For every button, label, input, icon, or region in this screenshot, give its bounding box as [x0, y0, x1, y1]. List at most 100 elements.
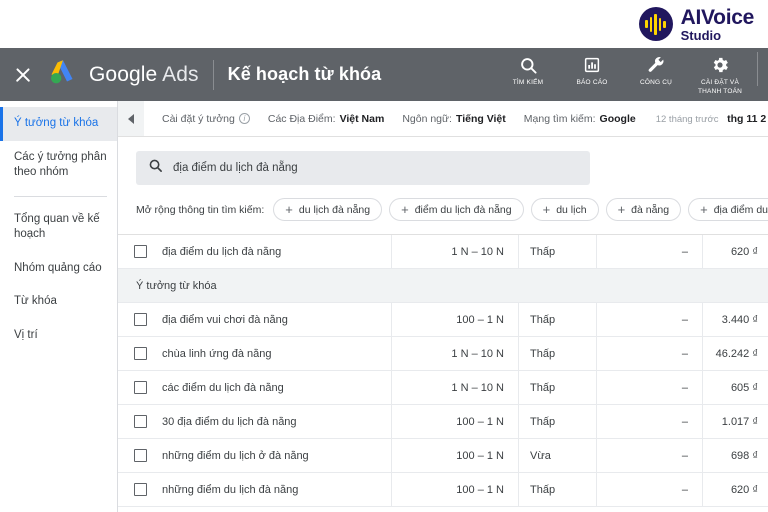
brand-name-primary: AIVoice — [680, 5, 755, 29]
row-checkbox[interactable] — [133, 347, 147, 360]
table-row[interactable]: các điểm du lịch đà nẵng 1 N – 10 N Thấp… — [118, 370, 768, 405]
table-group-label: Ý tưởng từ khóa — [136, 279, 217, 292]
aivoice-studio-logo: AIVoice Studio — [638, 5, 755, 43]
product-name-bold: Google — [89, 62, 158, 86]
filter-bar: Cài đặt ý tưởng i Các Địa Điểm: Việt Nam… — [118, 101, 768, 137]
expansion-chip[interactable]: + địa điểm du lịc — [688, 198, 768, 221]
expansion-chip-label: điểm du lịch đà nẵng — [414, 203, 512, 216]
header-action-reports[interactable]: BÁO CÁO — [561, 52, 623, 88]
cell-bid-low: – — [596, 404, 702, 439]
sidebar-item-grouped-ideas[interactable]: Các ý tưởng phân theo nhóm — [0, 141, 117, 190]
filter-language-value: Tiếng Việt — [455, 112, 506, 125]
header-actions: TÌM KIẾM BÁO CÁO CÔNG CỤ CÀI ĐẶT VÀ THAN… — [497, 52, 758, 97]
expansion-chip[interactable]: + điểm du lịch đà nẵng — [389, 198, 524, 221]
cell-bid-high: 605 ₫ — [702, 370, 768, 405]
google-ads-logo-icon[interactable] — [48, 59, 78, 90]
cell-bid-low: – — [596, 438, 702, 473]
sidebar-item-keyword-ideas[interactable]: Ý tưởng từ khóa — [0, 107, 117, 141]
filter-date-value: thg 11 2 — [727, 112, 767, 125]
table-row[interactable]: địa điểm vui chơi đà nẵng 100 – 1 N Thấp… — [118, 302, 768, 337]
row-checkbox[interactable] — [133, 313, 147, 326]
cell-bid-low: – — [596, 234, 702, 269]
expansion-label: Mở rộng thông tin tìm kiếm: — [136, 203, 265, 216]
cell-keyword: địa điểm du lịch đà nẵng — [162, 245, 282, 258]
search-icon — [519, 54, 538, 76]
info-icon[interactable]: i — [238, 113, 250, 124]
brand-band: AIVoice Studio — [0, 0, 768, 48]
sidebar-item-keywords[interactable]: Từ khóa — [0, 285, 117, 319]
cell-keyword: những điểm du lịch đà nẵng — [162, 483, 299, 496]
report-chart-icon — [583, 54, 601, 76]
cell-volume: 100 – 1 N — [391, 404, 518, 439]
sidebar-item-label: Tổng quan về kế hoạch — [14, 212, 100, 241]
body: Ý tưởng từ khóa Các ý tưởng phân theo nh… — [0, 101, 768, 512]
header-action-label: CÀI ĐẶT VÀ THANH TOÁN — [697, 79, 742, 95]
sidebar-item-label: Ý tưởng từ khóa — [14, 117, 99, 129]
filter-idea-settings[interactable]: Cài đặt ý tưởng i — [162, 113, 250, 125]
close-icon[interactable] — [12, 64, 34, 86]
table-row[interactable]: những điểm du lịch đà nẵng 100 – 1 N Thấ… — [118, 472, 768, 507]
collapse-panel-button[interactable] — [118, 101, 144, 136]
filter-network[interactable]: Mạng tìm kiếm: Google — [524, 113, 636, 125]
cell-competition: Thấp — [518, 472, 596, 507]
sidebar-item-label: Các ý tưởng phân theo nhóm — [14, 150, 107, 179]
table-row[interactable]: 30 địa điểm du lịch đà nẵng 100 – 1 N Th… — [118, 404, 768, 439]
row-checkbox-cell — [118, 415, 162, 428]
table-row[interactable]: những điểm du lịch ở đà nẵng 100 – 1 N V… — [118, 438, 768, 473]
cell-bid-high: 1.017 ₫ — [702, 404, 768, 439]
sidebar-item-locations[interactable]: Vị trí — [0, 319, 117, 353]
sidebar-item-plan-overview[interactable]: Tổng quan về kế hoạch — [0, 203, 117, 252]
plus-icon: + — [285, 202, 293, 217]
table-row-primary[interactable]: địa điểm du lịch đà nẵng 1 N – 10 N Thấp… — [118, 234, 768, 269]
product-name[interactable]: Google Ads — [89, 63, 199, 87]
expansion-chip[interactable]: + đà nẵng — [605, 198, 682, 221]
search-zone: địa điểm du lịch đà nẵng — [118, 137, 768, 198]
row-checkbox-cell — [118, 449, 162, 462]
cell-bid-low: – — [596, 336, 702, 371]
header-action-label: TÌM KIẾM — [512, 79, 544, 87]
header-action-tools[interactable]: CÔNG CỤ — [625, 52, 687, 88]
filter-language[interactable]: Ngôn ngữ: Tiếng Việt — [402, 113, 505, 125]
expansion-chip[interactable]: + du lịch — [530, 198, 599, 221]
filter-date-range[interactable]: 12 tháng trước thg 11 2 — [656, 113, 767, 125]
expansion-chip-label: du lịch — [556, 203, 587, 216]
page-title: Kế hoạch từ khóa — [227, 64, 382, 84]
plus-icon: + — [401, 202, 409, 217]
table-row[interactable]: chùa linh ứng đà nẵng 1 N – 10 N Thấp – … — [118, 336, 768, 371]
cell-bid-low: – — [596, 302, 702, 337]
header-action-settings-billing[interactable]: CÀI ĐẶT VÀ THANH TOÁN — [689, 52, 751, 97]
plus-icon: + — [700, 202, 708, 217]
row-checkbox[interactable] — [133, 449, 147, 462]
sidebar-item-ad-groups[interactable]: Nhóm quảng cáo — [0, 252, 117, 286]
sidebar-item-label: Vị trí — [14, 328, 38, 341]
cell-volume: 100 – 1 N — [391, 438, 518, 473]
app-header: Google Ads Kế hoạch từ khóa TÌM KIẾM BÁO… — [0, 48, 768, 101]
expansion-chip-label: du lịch đà nẵng — [298, 203, 371, 216]
cell-bid-low: – — [596, 472, 702, 507]
cell-keyword: chùa linh ứng đà nẵng — [162, 347, 272, 360]
filter-date-relative: 12 tháng trước — [655, 113, 719, 125]
search-input[interactable]: địa điểm du lịch đà nẵng — [136, 151, 590, 185]
row-checkbox[interactable] — [133, 381, 147, 394]
row-checkbox[interactable] — [133, 483, 147, 496]
cell-competition: Thấp — [518, 370, 596, 405]
brand-name-secondary: Studio — [680, 27, 722, 43]
cell-volume: 1 N – 10 N — [391, 370, 518, 405]
brand-text: AIVoice Studio — [680, 5, 755, 43]
row-checkbox[interactable] — [133, 245, 147, 258]
header-action-search[interactable]: TÌM KIẾM — [497, 52, 559, 88]
cell-keyword: các điểm du lịch đà nẵng — [162, 381, 284, 394]
cell-volume: 100 – 1 N — [391, 302, 518, 337]
row-checkbox[interactable] — [133, 415, 147, 428]
filter-locations[interactable]: Các Địa Điểm: Việt Nam — [268, 113, 384, 125]
header-action-label: BÁO CÁO — [576, 79, 608, 87]
wrench-icon — [647, 54, 666, 76]
expansion-chip[interactable]: + du lịch đà nẵng — [273, 198, 383, 221]
audio-waveform-icon — [638, 7, 673, 41]
cell-keyword: 30 địa điểm du lịch đà nẵng — [162, 415, 297, 428]
cell-competition: Thấp — [518, 404, 596, 439]
search-icon — [148, 158, 163, 178]
expansion-chip-label: đà nẵng — [631, 203, 670, 216]
cell-competition: Vừa — [518, 438, 596, 473]
cell-keyword: những điểm du lịch ở đà nẵng — [162, 449, 309, 462]
